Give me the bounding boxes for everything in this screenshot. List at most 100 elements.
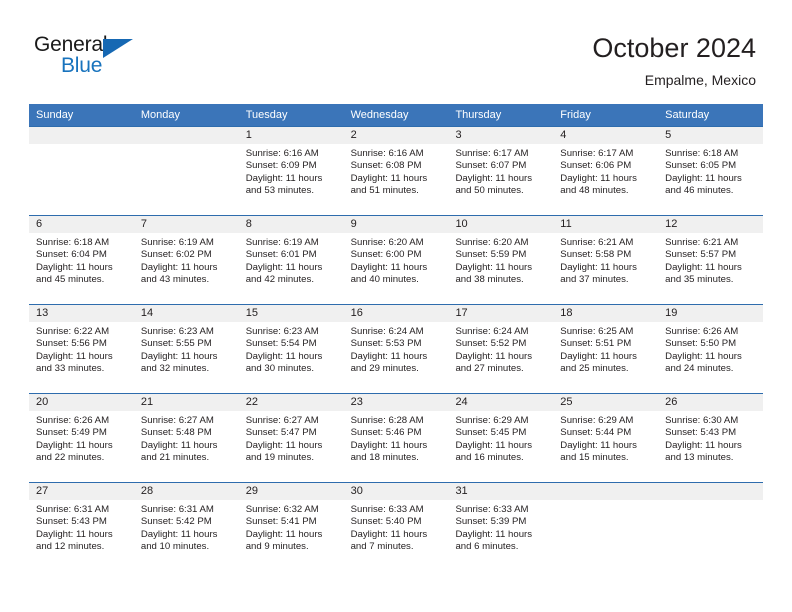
day-cell[interactable]: Sunrise: 6:23 AM Sunset: 5:55 PM Dayligh… <box>134 322 239 393</box>
daylight-line-1: Daylight: 11 hours <box>245 528 323 540</box>
daylight-line-1: Daylight: 11 hours <box>350 350 428 362</box>
day-number[interactable]: 1 <box>239 127 344 144</box>
day-cell[interactable]: Sunrise: 6:18 AM Sunset: 6:05 PM Dayligh… <box>658 144 763 215</box>
day-number[interactable]: 19 <box>658 305 763 322</box>
day-number[interactable]: 9 <box>344 216 449 233</box>
sunrise-line: Sunrise: 6:29 AM <box>455 415 529 426</box>
day-number[interactable]: 23 <box>344 394 449 411</box>
day-number-band: 20 21 22 23 24 25 26 <box>29 394 763 411</box>
day-number[interactable]: 18 <box>553 305 658 322</box>
day-cell[interactable]: Sunrise: 6:27 AM Sunset: 5:47 PM Dayligh… <box>239 411 344 482</box>
day-number[interactable]: 21 <box>134 394 239 411</box>
day-number[interactable]: 14 <box>134 305 239 322</box>
day-number[interactable]: 15 <box>239 305 344 322</box>
day-cell[interactable] <box>134 144 239 215</box>
day-number[interactable]: 5 <box>658 127 763 144</box>
day-cell[interactable]: Sunrise: 6:25 AM Sunset: 5:51 PM Dayligh… <box>553 322 658 393</box>
day-cell[interactable]: Sunrise: 6:31 AM Sunset: 5:42 PM Dayligh… <box>134 500 239 571</box>
day-number[interactable]: 7 <box>134 216 239 233</box>
sunset-line: Sunset: 5:59 PM <box>455 249 527 261</box>
day-cell[interactable] <box>29 144 134 215</box>
day-number[interactable]: 20 <box>29 394 134 411</box>
day-number[interactable]: 25 <box>553 394 658 411</box>
day-cell[interactable]: Sunrise: 6:30 AM Sunset: 5:43 PM Dayligh… <box>658 411 763 482</box>
day-cell[interactable]: Sunrise: 6:29 AM Sunset: 5:45 PM Dayligh… <box>448 411 553 482</box>
day-number[interactable]: 10 <box>448 216 553 233</box>
daylight-line-2: and 27 minutes. <box>455 363 524 375</box>
daylight-line-2: and 45 minutes. <box>36 274 105 286</box>
daylight-line-2: and 21 minutes. <box>140 452 210 464</box>
day-cell[interactable]: Sunrise: 6:29 AM Sunset: 5:44 PM Dayligh… <box>553 411 658 482</box>
day-cell[interactable]: Sunrise: 6:21 AM Sunset: 5:58 PM Dayligh… <box>553 233 658 304</box>
sunset-line: Sunset: 5:43 PM <box>36 516 107 528</box>
day-number[interactable]: 31 <box>448 483 553 500</box>
day-cell[interactable]: Sunrise: 6:28 AM Sunset: 5:46 PM Dayligh… <box>344 411 449 482</box>
day-cell[interactable]: Sunrise: 6:27 AM Sunset: 5:48 PM Dayligh… <box>134 411 239 482</box>
sunrise-line: Sunrise: 6:24 AM <box>350 326 424 337</box>
day-number[interactable]: 6 <box>29 216 134 233</box>
day-number[interactable] <box>553 483 658 500</box>
calendar-week-row: 27 28 29 30 31 Sunrise: 6:31 AM Sunset: … <box>29 482 763 571</box>
day-number[interactable]: 11 <box>553 216 658 233</box>
day-number[interactable]: 2 <box>344 127 449 144</box>
day-number[interactable] <box>134 127 239 144</box>
sunrise-line: Sunrise: 6:25 AM <box>560 326 634 337</box>
day-cell[interactable]: Sunrise: 6:16 AM Sunset: 6:09 PM Dayligh… <box>239 144 344 215</box>
day-cell[interactable]: Sunrise: 6:26 AM Sunset: 5:49 PM Dayligh… <box>29 411 134 482</box>
day-cell[interactable]: Sunrise: 6:17 AM Sunset: 6:07 PM Dayligh… <box>448 144 553 215</box>
calendar-grid: Sunday Monday Tuesday Wednesday Thursday… <box>29 104 763 571</box>
sunrise-line: Sunrise: 6:17 AM <box>455 148 529 159</box>
day-number[interactable]: 27 <box>29 483 134 500</box>
day-cell[interactable]: Sunrise: 6:20 AM Sunset: 5:59 PM Dayligh… <box>448 233 553 304</box>
day-number[interactable] <box>658 483 763 500</box>
day-number[interactable]: 26 <box>658 394 763 411</box>
day-number[interactable]: 3 <box>448 127 553 144</box>
daylight-line-1: Daylight: 11 hours <box>140 261 218 273</box>
day-number[interactable]: 13 <box>29 305 134 322</box>
day-cell[interactable]: Sunrise: 6:26 AM Sunset: 5:50 PM Dayligh… <box>658 322 763 393</box>
day-cell[interactable]: Sunrise: 6:33 AM Sunset: 5:39 PM Dayligh… <box>448 500 553 571</box>
sunset-line: Sunset: 5:41 PM <box>245 516 317 528</box>
day-number[interactable]: 28 <box>134 483 239 500</box>
daylight-line-1: Daylight: 11 hours <box>455 172 533 184</box>
day-number[interactable]: 30 <box>344 483 449 500</box>
day-cell[interactable]: Sunrise: 6:17 AM Sunset: 6:06 PM Dayligh… <box>553 144 658 215</box>
day-cell[interactable]: Sunrise: 6:18 AM Sunset: 6:04 PM Dayligh… <box>29 233 134 304</box>
day-cell[interactable]: Sunrise: 6:16 AM Sunset: 6:08 PM Dayligh… <box>344 144 449 215</box>
day-number[interactable]: 4 <box>553 127 658 144</box>
daylight-line-2: and 24 minutes. <box>665 363 734 375</box>
sunset-line: Sunset: 5:53 PM <box>350 338 422 350</box>
daylight-line-1: Daylight: 11 hours <box>140 528 218 540</box>
day-cell[interactable]: Sunrise: 6:24 AM Sunset: 5:52 PM Dayligh… <box>448 322 553 393</box>
day-number[interactable]: 12 <box>658 216 763 233</box>
day-number[interactable] <box>29 127 134 144</box>
day-number-band: 13 14 15 16 17 18 19 <box>29 305 763 322</box>
day-number[interactable]: 8 <box>239 216 344 233</box>
calendar-week-row: 13 14 15 16 17 18 19 Sunrise: 6:22 AM Su… <box>29 304 763 393</box>
day-detail-band: Sunrise: 6:22 AM Sunset: 5:56 PM Dayligh… <box>29 322 763 393</box>
daylight-line-2: and 13 minutes. <box>665 452 734 464</box>
day-cell[interactable]: Sunrise: 6:19 AM Sunset: 6:02 PM Dayligh… <box>134 233 239 304</box>
day-number[interactable]: 22 <box>239 394 344 411</box>
day-number[interactable]: 29 <box>239 483 344 500</box>
day-cell[interactable]: Sunrise: 6:21 AM Sunset: 5:57 PM Dayligh… <box>658 233 763 304</box>
day-number[interactable]: 24 <box>448 394 553 411</box>
day-cell[interactable] <box>658 500 763 571</box>
day-cell[interactable]: Sunrise: 6:22 AM Sunset: 5:56 PM Dayligh… <box>29 322 134 393</box>
sunset-line: Sunset: 5:39 PM <box>455 516 527 528</box>
general-blue-logo[interactable]: General Blue <box>34 33 164 83</box>
day-cell[interactable]: Sunrise: 6:20 AM Sunset: 6:00 PM Dayligh… <box>344 233 449 304</box>
day-cell[interactable]: Sunrise: 6:32 AM Sunset: 5:41 PM Dayligh… <box>239 500 344 571</box>
day-number[interactable]: 16 <box>344 305 449 322</box>
day-number[interactable]: 17 <box>448 305 553 322</box>
weekday-header-tuesday: Tuesday <box>245 109 288 121</box>
day-cell[interactable]: Sunrise: 6:24 AM Sunset: 5:53 PM Dayligh… <box>344 322 449 393</box>
day-cell[interactable] <box>553 500 658 571</box>
daylight-line-2: and 6 minutes. <box>455 541 519 553</box>
day-cell[interactable]: Sunrise: 6:33 AM Sunset: 5:40 PM Dayligh… <box>344 500 449 571</box>
day-cell[interactable]: Sunrise: 6:31 AM Sunset: 5:43 PM Dayligh… <box>29 500 134 571</box>
day-cell[interactable]: Sunrise: 6:23 AM Sunset: 5:54 PM Dayligh… <box>239 322 344 393</box>
day-cell[interactable]: Sunrise: 6:19 AM Sunset: 6:01 PM Dayligh… <box>239 233 344 304</box>
logo-triangle-icon <box>103 39 133 58</box>
sunset-line: Sunset: 6:09 PM <box>245 160 317 172</box>
